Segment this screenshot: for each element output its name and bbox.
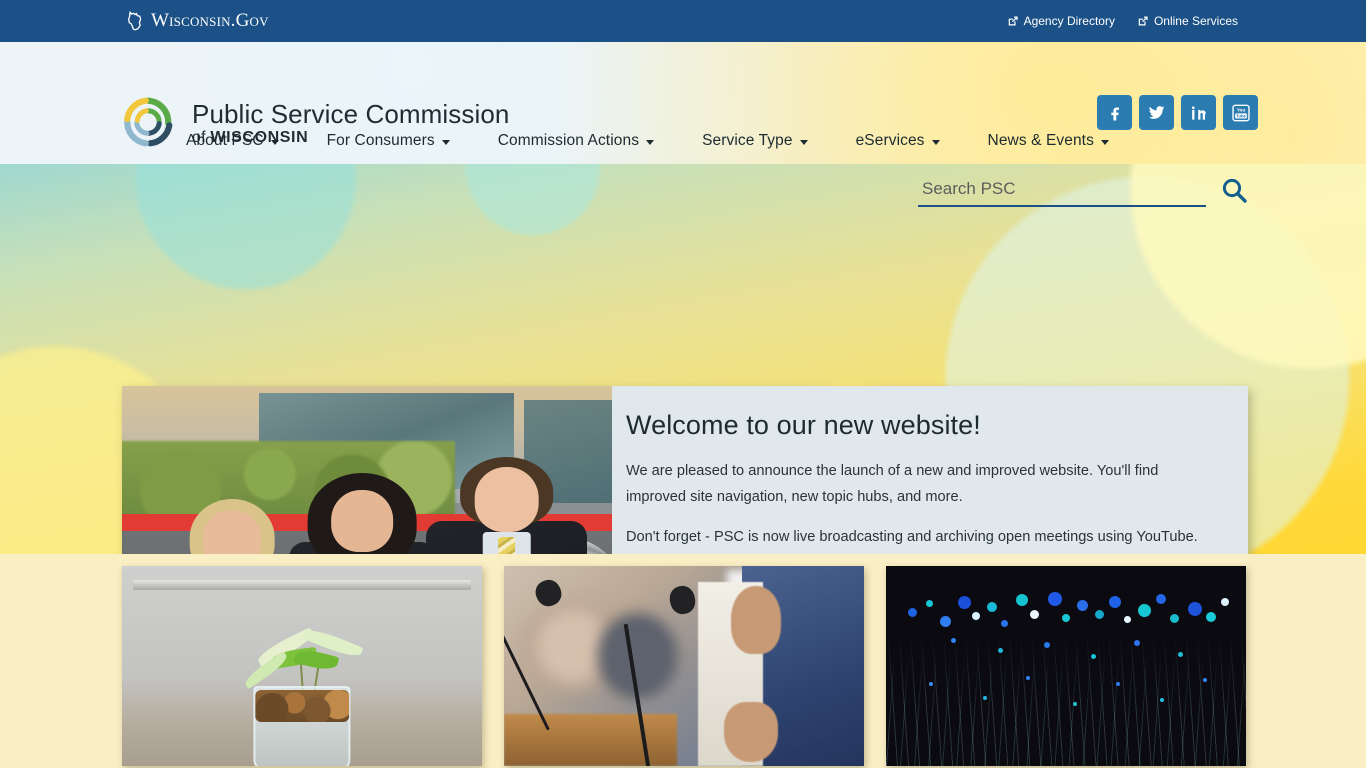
nav-label: eServices	[855, 132, 925, 149]
chevron-down-icon	[799, 140, 808, 145]
hero-photo	[122, 386, 612, 554]
agency-directory-label: Agency Directory	[1023, 14, 1115, 28]
topbar-links: Agency Directory Online Services	[1007, 0, 1238, 42]
nav-label: News & Events	[987, 132, 1094, 149]
nav-label: Service Type	[702, 132, 793, 149]
hero-announcement-card: Welcome to our new website! We are pleas…	[122, 386, 1248, 554]
nav-item-eservices[interactable]: eServices	[856, 132, 940, 150]
nav-label: For Consumers	[326, 132, 435, 149]
external-link-icon	[1007, 15, 1019, 27]
nav-item-commission-actions[interactable]: Commission Actions	[497, 132, 655, 150]
nav-item-about-psc[interactable]: About PSC	[186, 132, 279, 150]
online-services-link[interactable]: Online Services	[1137, 14, 1238, 28]
nav-label: About PSC	[186, 132, 264, 149]
wisconsin-gov-logo[interactable]: Wisconsin.Gov	[124, 10, 269, 32]
wisconsin-gov-bar: Wisconsin.Gov Agency Directory Online Se…	[0, 0, 1366, 42]
external-link-icon	[1137, 15, 1149, 27]
search-icon	[1220, 176, 1248, 207]
hero-title: Welcome to our new website!	[626, 410, 981, 440]
chevron-down-icon	[441, 140, 450, 145]
primary-navigation: About PSC For Consumers Commission Actio…	[0, 118, 1366, 164]
wisconsin-state-outline-icon	[124, 10, 146, 32]
hero-paragraph-2: Don't forget - PSC is now live broadcast…	[626, 528, 1198, 545]
chevron-down-icon	[931, 140, 940, 145]
card-public-hearing[interactable]: Person gesturing while speaking at micro…	[504, 566, 864, 766]
site-search	[918, 176, 1248, 207]
nav-item-news-events[interactable]: News & Events	[988, 132, 1109, 150]
hero-paragraph-1: We are pleased to announce the launch of…	[626, 463, 1159, 505]
online-services-label: Online Services	[1153, 14, 1238, 28]
card-seedling-coins[interactable]: Green seedling growing from a glass jar …	[122, 566, 482, 766]
agency-directory-link[interactable]: Agency Directory	[1007, 14, 1115, 28]
card-fiber-optics[interactable]: Glowing blue fiber optic strands against…	[886, 566, 1246, 766]
hero-section: Welcome to our new website! We are pleas…	[0, 164, 1366, 554]
feature-cards-section: Green seedling growing from a glass jar …	[0, 554, 1366, 768]
nav-item-for-consumers[interactable]: For Consumers	[327, 132, 450, 150]
site-masthead: Public Service Commission of WISCONSIN Y…	[0, 42, 1366, 164]
chevron-down-icon	[646, 140, 655, 145]
chevron-down-icon	[270, 140, 279, 145]
nav-item-service-type[interactable]: Service Type	[702, 132, 808, 150]
hero-text-panel: Welcome to our new website! We are pleas…	[612, 386, 1248, 554]
search-input[interactable]	[918, 176, 1206, 207]
search-submit-button[interactable]	[1220, 176, 1248, 207]
wisconsin-gov-wordmark: Wisconsin.Gov	[151, 10, 269, 31]
nav-label: Commission Actions	[497, 132, 640, 149]
feature-cards-row: Green seedling growing from a glass jar …	[122, 566, 1248, 766]
chevron-down-icon	[1100, 140, 1109, 145]
